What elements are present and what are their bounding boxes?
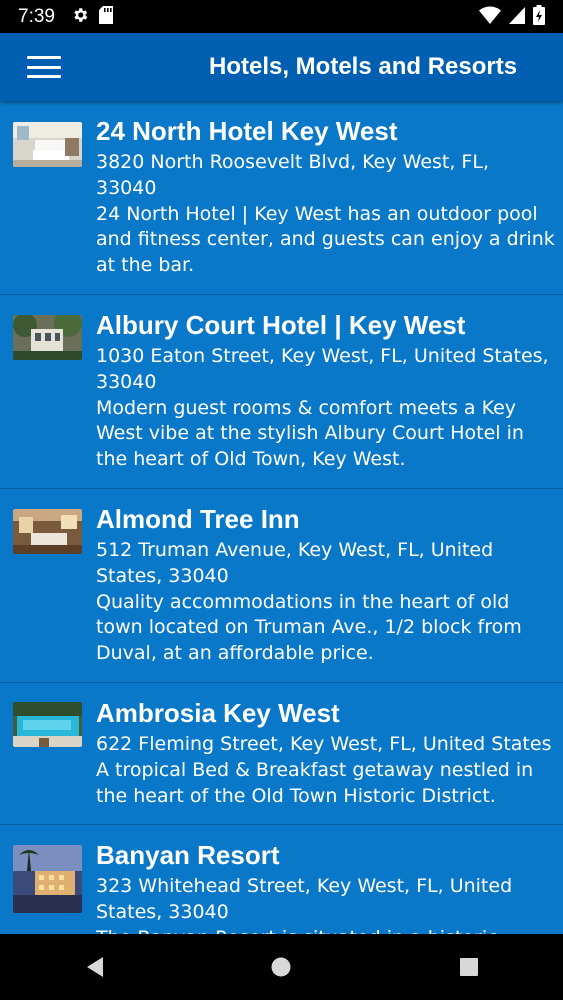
address-line: 622 Fleming Street, Key West, FL, United… <box>96 733 552 755</box>
list-item[interactable]: Ambrosia Key West 622 Fleming Street, Ke… <box>0 683 563 825</box>
back-icon[interactable] <box>64 947 124 987</box>
list-item[interactable]: Almond Tree Inn 512 Truman Avenue, Key W… <box>0 489 563 683</box>
status-icons-left <box>71 5 113 28</box>
list-item[interactable]: Banyan Resort 323 Whitehead Street, Key … <box>0 825 563 934</box>
address-line: 33040 <box>96 370 157 393</box>
description-line: the heart of the Old Town Historic Distr… <box>96 784 496 807</box>
hotel-list: 24 North Hotel Key West 3820 North Roose… <box>0 101 563 934</box>
listing-text: 24 North Hotel Key West 3820 North Roose… <box>96 101 558 294</box>
listing-text: Ambrosia Key West 622 Fleming Street, Ke… <box>96 683 558 824</box>
listing-text: Banyan Resort 323 Whitehead Street, Key … <box>96 825 558 934</box>
hotel-name: Ambrosia Key West <box>96 698 340 728</box>
wifi-icon <box>479 6 501 28</box>
listing-text: Almond Tree Inn 512 Truman Avenue, Key W… <box>96 489 558 682</box>
hamburger-menu-icon[interactable] <box>27 56 61 78</box>
status-bar: 7:39 <box>0 0 563 33</box>
description-line: West vibe at the stylish Albury Court Ho… <box>96 422 524 445</box>
hotel-thumbnail <box>13 315 82 360</box>
navigation-bar <box>0 934 563 1000</box>
description-line: Duval, at an affordable price. <box>96 642 374 665</box>
hotel-name: 24 North Hotel Key West <box>96 116 398 146</box>
description-line: Quality accommodations in the heart of o… <box>96 590 510 613</box>
description-line: the heart of Old Town, Key West. <box>96 448 406 471</box>
address-line: 33040 <box>96 176 157 199</box>
address-line: States, 33040 <box>96 564 229 587</box>
hotel-thumbnail <box>13 509 82 554</box>
address-line: 1030 Eaton Street, Key West, FL, United … <box>96 345 549 367</box>
hotel-name: Albury Court Hotel | Key West <box>96 310 466 340</box>
hotel-thumbnail <box>13 702 82 747</box>
hotel-thumbnail <box>13 845 82 913</box>
cell-signal-icon <box>509 6 525 28</box>
status-time: 7:39 <box>18 5 55 27</box>
description-line: town located on Truman Ave., 1/2 block f… <box>96 616 522 639</box>
app-bar: Hotels, Motels and Resorts <box>0 33 563 101</box>
description-line: Modern guest rooms & comfort meets a Key <box>96 396 517 419</box>
description-line: The Banyan Resort is situated in a histo… <box>96 926 558 934</box>
battery-charging-icon <box>533 4 545 29</box>
page-title: Hotels, Motels and Resorts <box>209 53 518 80</box>
description-line: 24 North Hotel | Key West has an outdoor… <box>96 202 538 225</box>
hotel-thumbnail <box>13 122 82 167</box>
hotel-name: Banyan Resort <box>96 840 280 870</box>
status-icons-right <box>479 4 545 29</box>
address-line: 3820 North Roosevelt Blvd, Key West, FL, <box>96 151 489 173</box>
address-line: 512 Truman Avenue, Key West, FL, United <box>96 539 494 561</box>
recents-icon[interactable] <box>439 947 499 987</box>
address-line: States, 33040 <box>96 900 229 923</box>
address-line: 323 Whitehead Street, Key West, FL, Unit… <box>96 875 513 897</box>
gear-icon <box>71 6 89 28</box>
home-icon[interactable] <box>251 947 311 987</box>
sd-card-icon <box>98 5 113 28</box>
description-line: at the bar. <box>96 254 195 277</box>
hotel-name: Almond Tree Inn <box>96 504 300 534</box>
screen: 7:39 Hotels, Motels and Resorts 24 North… <box>0 0 563 1000</box>
description-line: and fitness center, and guests can enjoy… <box>96 228 555 251</box>
list-item[interactable]: 24 North Hotel Key West 3820 North Roose… <box>0 101 563 295</box>
listing-text: Albury Court Hotel | Key West 1030 Eaton… <box>96 295 558 488</box>
description-line: A tropical Bed & Breakfast getaway nestl… <box>96 758 534 781</box>
list-item[interactable]: Albury Court Hotel | Key West 1030 Eaton… <box>0 295 563 489</box>
